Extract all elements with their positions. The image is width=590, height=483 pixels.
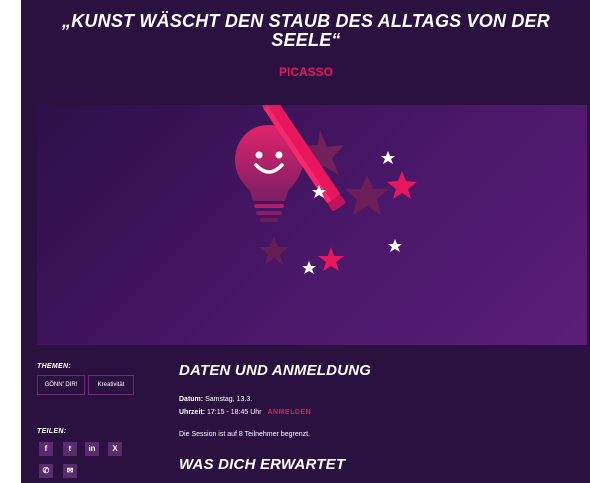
- hero-image: [37, 105, 587, 345]
- email-icon[interactable]: ✉: [63, 464, 77, 478]
- tag-kreativitaet[interactable]: Kreativität: [88, 375, 134, 395]
- datum-label: Datum:: [179, 396, 204, 403]
- star-icon: [388, 239, 402, 252]
- anmelden-link[interactable]: ANMELDEN: [267, 409, 311, 416]
- quote-line-1: „KUNST WÄSCHT DEN STAUB DES ALLTAGS VON …: [62, 11, 550, 31]
- quote-line-2: SEELE“: [271, 30, 341, 50]
- tag-goenn-dir[interactable]: GÖNN' DIR!: [37, 375, 85, 395]
- star-icon: [302, 261, 316, 274]
- linkedin-icon[interactable]: in: [85, 442, 99, 456]
- uhrzeit-label: Uhrzeit:: [179, 409, 206, 416]
- star-icon: [259, 237, 289, 265]
- datum-row: Datum: Samstag, 13.3.: [179, 396, 252, 403]
- themen-label: THEMEN:: [37, 363, 71, 370]
- star-icon: [381, 151, 395, 164]
- facebook-icon[interactable]: f: [39, 442, 53, 456]
- star-icon: [318, 247, 344, 271]
- uhrzeit-value: 17:15 - 18:45 Uhr: [207, 409, 262, 416]
- xing-icon[interactable]: X: [108, 442, 122, 456]
- whatsapp-icon[interactable]: ✆: [39, 464, 53, 478]
- star-icon: [387, 171, 417, 199]
- twitter-icon[interactable]: t: [63, 442, 77, 456]
- teilen-label: TEILEN:: [37, 428, 67, 435]
- uhrzeit-row: Uhrzeit: 17:15 - 18:45 Uhr ANMELDEN: [179, 409, 311, 416]
- quote-heading: „KUNST WÄSCHT DEN STAUB DES ALLTAGS VON …: [21, 12, 590, 50]
- lightbulb-wand-illustration: [235, 105, 417, 274]
- star-icon: [345, 175, 389, 215]
- teilnehmer-note: Die Session ist auf 8 Teilnehmer begrenz…: [179, 431, 310, 438]
- daten-heading: DATEN UND ANMELDUNG: [179, 362, 372, 379]
- quote-author: PICASSO: [278, 65, 333, 79]
- erwartet-heading: WAS DICH ERWARTET: [179, 456, 346, 473]
- datum-value: Samstag, 13.3.: [205, 396, 253, 403]
- session-page: „KUNST WÄSCHT DEN STAUB DES ALLTAGS VON …: [21, 0, 590, 483]
